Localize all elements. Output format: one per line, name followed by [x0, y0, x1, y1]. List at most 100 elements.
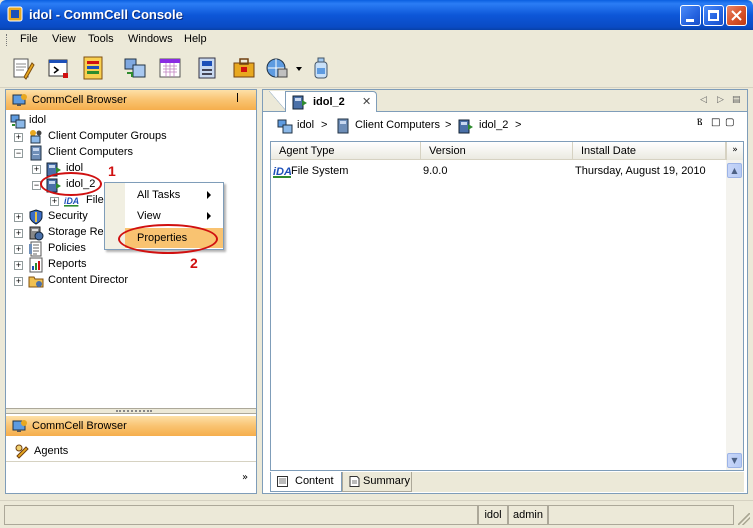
tree-label-content-director: Content Director — [48, 274, 129, 286]
breadcrumb-separator: > — [321, 119, 328, 131]
calendar-icon[interactable] — [157, 55, 183, 81]
maximize-icon[interactable]: ▢ — [725, 117, 734, 128]
console-icon[interactable] — [46, 55, 72, 81]
tab-scroll-right-icon[interactable]: ▷ — [717, 95, 724, 105]
editor-tab-bar: idol_2 ✕ ◁ ▷ ▤ — [263, 90, 747, 112]
context-menu-all-tasks[interactable]: All Tasks — [125, 185, 223, 205]
expand-icon[interactable]: + — [32, 165, 41, 174]
tree-node-content-director[interactable]: + Content Director — [8, 273, 248, 289]
callout-1: 1 — [108, 163, 116, 179]
window-title: idol - CommCell Console — [29, 7, 183, 22]
expand-icon[interactable]: + — [50, 197, 59, 206]
tab-idol-2[interactable]: idol_2 ✕ — [285, 91, 377, 112]
menu-file[interactable]: File — [20, 33, 38, 45]
tab-content[interactable]: Content — [270, 472, 342, 492]
nav-agents-label: Agents — [34, 445, 69, 457]
pin-icon[interactable]: Ⲃ — [697, 117, 702, 128]
app-icon — [7, 6, 23, 22]
nav-commcell-browser[interactable]: CommCell Browser — [6, 416, 256, 436]
edit-document-icon[interactable] — [10, 55, 36, 81]
column-header-install-date[interactable]: Install Date — [573, 142, 726, 160]
maximize-button[interactable] — [703, 5, 724, 26]
status-host-label: idol — [484, 509, 502, 521]
folder-icon — [28, 276, 44, 288]
tree-node-client-computer-groups[interactable]: + Client Computer Groups — [8, 129, 248, 145]
tab-list-icon[interactable]: ▤ — [732, 95, 741, 105]
scroll-up-icon[interactable]: ▲ — [727, 163, 742, 178]
summary-icon — [349, 476, 360, 487]
tab-scroll-left-icon[interactable]: ◁ — [700, 95, 707, 105]
table-vertical-scrollbar[interactable]: » ▲ ▼ — [726, 142, 743, 470]
content-area: idol_2 ✕ ◁ ▷ ▤ idol > Client Computers >… — [262, 89, 748, 494]
status-bar: idol admin — [0, 500, 753, 528]
pin-icon[interactable]: ꟾ — [236, 94, 239, 105]
context-menu-view-label: View — [137, 210, 161, 222]
restore-icon[interactable]: □ — [711, 117, 720, 128]
status-user-label: admin — [513, 509, 543, 521]
table-header: Agent Type Version Install Date — [271, 142, 726, 160]
collapse-icon[interactable]: − — [14, 149, 23, 158]
column-header-label: Version — [429, 145, 466, 157]
breadcrumb-idol-2[interactable]: idol_2 — [479, 119, 508, 131]
schedule-icon[interactable] — [80, 55, 106, 81]
column-header-agent-type[interactable]: Agent Type — [271, 142, 421, 160]
minimize-button[interactable] — [680, 5, 701, 26]
breadcrumb-client-computers[interactable]: Client Computers — [355, 119, 440, 131]
commcell-tree: idol + Client Computer Groups − Client C… — [6, 111, 256, 407]
commcell-browser-pane: CommCell Browser ꟾ idol + Client Compute… — [5, 89, 257, 494]
submenu-arrow-icon — [207, 212, 211, 220]
breadcrumb: idol > Client Computers > idol_2 > Ⲃ □ ▢ — [263, 113, 747, 137]
column-chooser-icon[interactable]: » — [726, 142, 743, 160]
resize-grip-icon[interactable] — [738, 513, 750, 525]
status-spare — [548, 505, 734, 525]
bottle-icon[interactable] — [308, 55, 334, 81]
nav-agents[interactable]: Agents — [6, 440, 256, 462]
breadcrumb-separator: > — [515, 119, 522, 131]
commcell-browser-header: CommCell Browser ꟾ — [6, 90, 256, 110]
breadcrumb-separator: > — [445, 119, 452, 131]
column-header-version[interactable]: Version — [421, 142, 573, 160]
splitter-grip — [116, 410, 152, 412]
toolbox-icon[interactable] — [231, 55, 257, 81]
client-icon — [458, 119, 473, 134]
storage-icon[interactable] — [194, 55, 220, 81]
tab-summary[interactable]: Summary — [342, 472, 412, 492]
expand-icon[interactable]: + — [14, 261, 23, 270]
close-icon — [731, 10, 742, 21]
expand-icon[interactable]: + — [14, 277, 23, 286]
menu-help[interactable]: Help — [184, 33, 207, 45]
commcell-browser-title: CommCell Browser — [32, 94, 127, 106]
table-row[interactable]: iDA File System 9.0.0 Thursday, August 1… — [271, 162, 726, 180]
status-user: admin — [508, 505, 548, 525]
tree-label-policies: Policies — [48, 242, 86, 254]
chevron-more-icon[interactable]: » — [242, 472, 248, 483]
annotation-ellipse-2 — [118, 224, 218, 254]
menu-view[interactable]: View — [52, 33, 76, 45]
navigation-panel: CommCell Browser Agents » — [6, 414, 256, 493]
expand-icon[interactable]: + — [14, 229, 23, 238]
context-menu-view[interactable]: View — [125, 206, 223, 226]
toolbar-dropdown-arrow[interactable] — [296, 67, 302, 71]
tree-node-reports[interactable]: + Reports — [8, 257, 248, 273]
tree-label-file-system: File — [86, 194, 104, 206]
breadcrumb-idol[interactable]: idol — [297, 119, 314, 131]
expand-icon[interactable]: + — [14, 213, 23, 222]
network-icon[interactable] — [264, 55, 290, 81]
tab-summary-label: Summary — [363, 475, 411, 487]
title-bar: idol - CommCell Console — [0, 0, 753, 30]
nav-commcell-browser-label: CommCell Browser — [32, 420, 127, 432]
tree-label-root: idol — [29, 114, 47, 126]
tree-label-client-computer-groups: Client Computer Groups — [48, 130, 167, 142]
callout-2: 2 — [190, 255, 198, 271]
scroll-down-icon[interactable]: ▼ — [727, 453, 742, 468]
menu-tools[interactable]: Tools — [88, 33, 114, 45]
menu-windows[interactable]: Windows — [128, 33, 173, 45]
tree-node-client-computers[interactable]: − Client Computers — [8, 145, 248, 161]
tree-node-root[interactable]: idol — [8, 113, 248, 129]
close-button[interactable] — [726, 5, 747, 26]
expand-icon[interactable]: + — [14, 133, 23, 142]
client-agent-icon[interactable] — [122, 55, 148, 81]
maximize-icon — [708, 10, 719, 21]
expand-icon[interactable]: + — [14, 245, 23, 254]
tab-close-icon[interactable]: ✕ — [362, 95, 371, 108]
